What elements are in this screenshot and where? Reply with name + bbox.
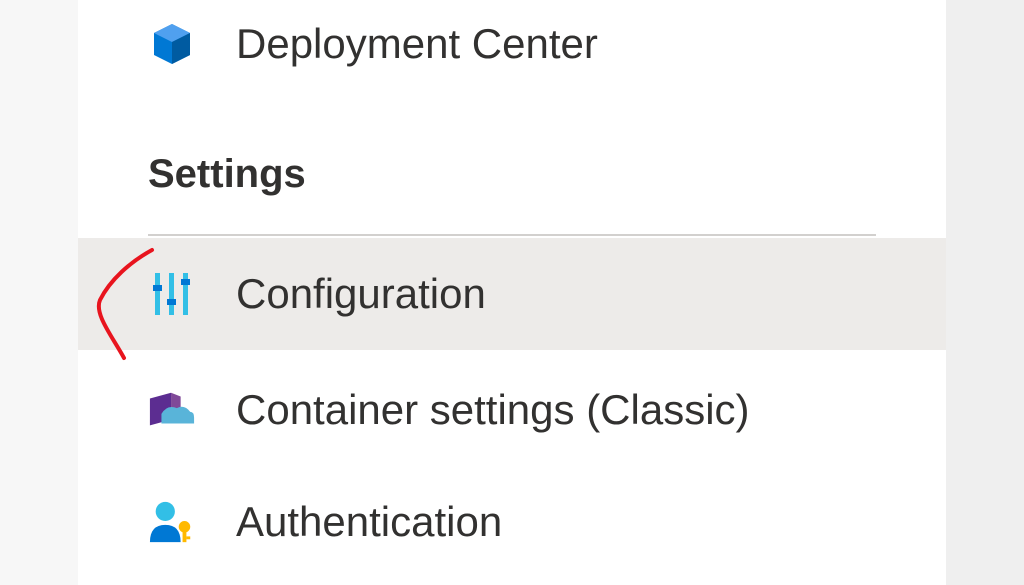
content-area-edge [946, 0, 1024, 585]
section-header-settings: Settings [148, 152, 306, 196]
settings-menu-panel: Deployment Center Settings Configuration [78, 0, 946, 585]
menu-item-label: Container settings (Classic) [236, 386, 750, 433]
section-divider [148, 234, 876, 236]
menu-item-container-settings[interactable]: Container settings (Classic) [78, 354, 946, 466]
left-gutter [0, 0, 78, 585]
container-icon [148, 386, 196, 434]
menu-item-label: Configuration [236, 270, 486, 317]
menu-item-label: Authentication [236, 498, 503, 545]
configuration-sliders-icon [148, 270, 196, 318]
user-key-icon [148, 498, 196, 546]
menu-item-authentication[interactable]: Authentication [78, 466, 946, 578]
menu-item-deployment-center[interactable]: Deployment Center [78, 0, 946, 100]
menu-item-label: Deployment Center [236, 20, 598, 67]
app-page: Deployment Center Settings Configuration [0, 0, 1024, 585]
menu-item-configuration[interactable]: Configuration [78, 238, 946, 350]
deployment-cube-icon [148, 20, 196, 68]
